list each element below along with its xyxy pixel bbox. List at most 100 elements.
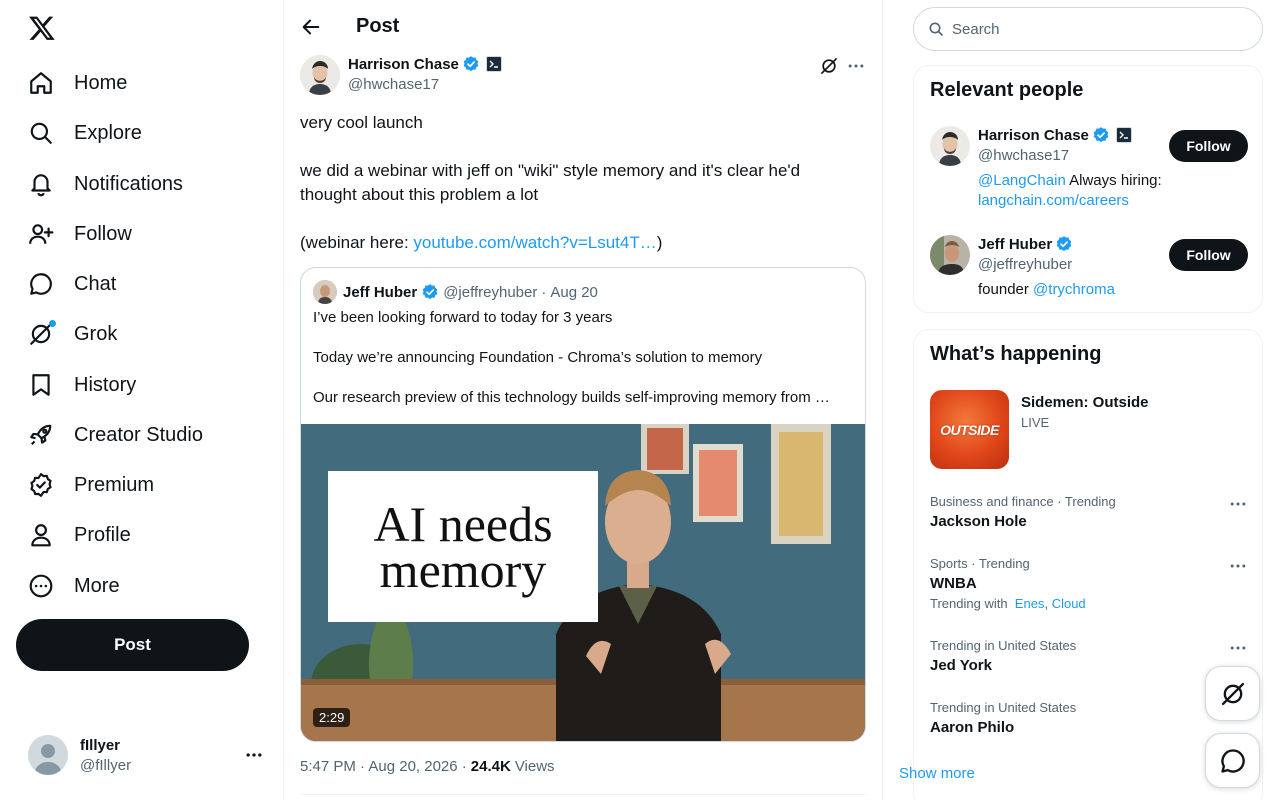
thumbnail-text-line: memory (379, 541, 547, 598)
search-input[interactable] (952, 20, 1232, 38)
live-event[interactable]: OUTSIDE Sidemen: Outside LIVE (930, 390, 1248, 469)
more-dots-icon[interactable] (1228, 556, 1248, 576)
left-navigation: Home Explore Notifications Follow Chat G… (0, 0, 284, 800)
quoted-post-date: Aug 20 (550, 283, 598, 301)
follow-button[interactable]: Follow (1169, 239, 1248, 271)
post-button[interactable]: Post (16, 619, 249, 671)
nav-grok[interactable]: Grok (28, 314, 117, 354)
nav-premium[interactable]: Premium (28, 465, 154, 505)
quoted-post[interactable]: Jeff Huber @jeffreyhuber · Aug 20 I’ve b… (300, 267, 866, 742)
quoted-author-avatar (313, 280, 337, 304)
grok-explain-icon[interactable] (819, 56, 839, 76)
quoted-text-line: I’ve been looking forward to today for 3… (313, 309, 613, 326)
search-box[interactable] (913, 7, 1263, 51)
home-icon (28, 70, 54, 96)
follow-button[interactable]: Follow (1169, 130, 1248, 162)
chat-fab-button[interactable] (1205, 733, 1260, 788)
bio-link[interactable]: langchain.com/careers (978, 192, 1129, 209)
nav-creator-studio[interactable]: Creator Studio (28, 415, 203, 455)
trend-name: WNBA (930, 575, 977, 592)
nav-label: Grok (74, 322, 118, 345)
person-name[interactable]: Harrison Chase (978, 127, 1089, 144)
nav-label: Creator Studio (74, 423, 203, 446)
more-dots-icon[interactable] (846, 56, 866, 76)
affiliate-badge-icon[interactable] (1115, 127, 1132, 143)
nav-home[interactable]: Home (28, 63, 127, 103)
person-bio: founder @trychroma (978, 281, 1115, 298)
author-avatar[interactable] (300, 55, 340, 95)
webinar-link[interactable]: youtube.com/watch?v=Lsut4T… (413, 233, 656, 252)
trend-item[interactable]: Business and finance · Trending Jackson … (930, 494, 1248, 530)
affiliate-badge-icon[interactable] (485, 56, 502, 72)
nav-profile[interactable]: Profile (28, 515, 131, 555)
back-arrow-icon[interactable] (300, 16, 322, 38)
trend-category: Trending in United States (930, 700, 1077, 715)
avatar (28, 735, 68, 775)
verified-check-icon (1092, 126, 1110, 144)
whats-happening-card: What’s happening OUTSIDE Sidemen: Outsid… (913, 329, 1263, 800)
quoted-author-name: Jeff Huber (343, 283, 418, 301)
more-dots-icon[interactable] (1228, 638, 1248, 658)
quoted-text-line: Today we’re announcing Foundation - Chro… (313, 349, 763, 366)
nav-notifications[interactable]: Notifications (28, 164, 183, 204)
verified-check-icon (462, 55, 480, 73)
trend-category: Business and finance · Trending (930, 494, 1116, 509)
verified-check-icon (1055, 235, 1073, 253)
trend-item[interactable]: Trending in United States Aaron Philo (930, 700, 1248, 736)
trend-item[interactable]: Trending in United States Jed York (930, 638, 1248, 674)
verified-badge-icon (28, 472, 54, 498)
relevant-people-card: Relevant people Harrison Chase @hwchase1… (913, 65, 1263, 313)
avatar[interactable] (930, 126, 970, 166)
divider (300, 794, 866, 795)
grok-icon (28, 320, 56, 347)
post-text-paragraph: we did a webinar with jeff on "wiki" sty… (300, 161, 801, 204)
trend-item[interactable]: Sports · Trending WNBA Trending with Ene… (930, 556, 1248, 611)
related-trend-link[interactable]: Enes (1015, 596, 1045, 611)
grok-fab-button[interactable] (1205, 666, 1260, 721)
video-duration-badge: 2:29 (313, 708, 351, 727)
trend-name: Jackson Hole (930, 513, 1027, 530)
more-dots-icon[interactable] (1228, 494, 1248, 514)
quoted-text-line: Our research preview of this technology … (313, 389, 830, 406)
avatar[interactable] (930, 235, 970, 275)
person-icon (28, 522, 54, 548)
event-status: LIVE (1021, 415, 1050, 430)
bio-link[interactable]: @LangChain (978, 172, 1066, 189)
nav-explore[interactable]: Explore (28, 113, 142, 153)
video-thumbnail[interactable]: AI needs memory 2:29 (301, 424, 865, 741)
nav-more[interactable]: More (28, 566, 120, 606)
person-row[interactable]: Harrison Chase @hwchase17 @LangChain Alw… (930, 126, 1248, 216)
more-dots-icon[interactable] (244, 745, 264, 765)
separator-dot: · (541, 283, 547, 301)
trend-name: Jed York (930, 657, 992, 674)
nav-label: Follow (74, 222, 132, 245)
nav-chat[interactable]: Chat (28, 264, 116, 304)
nav-history[interactable]: History (28, 365, 136, 405)
post-timestamp[interactable]: 5:47 PM · Aug 20, 2026 · (300, 758, 467, 775)
related-trend-link[interactable]: Cloud (1052, 596, 1086, 611)
nav-follow[interactable]: Follow (28, 214, 132, 254)
grok-icon (1219, 680, 1247, 708)
trend-category: Trending in United States (930, 638, 1077, 653)
author-name[interactable]: Harrison Chase (348, 56, 459, 73)
views-label: Views (514, 758, 555, 775)
person-row[interactable]: Jeff Huber @jeffreyhuber founder @trychr… (930, 235, 1248, 299)
post-text-line: very cool launch (300, 113, 423, 132)
nav-label: Chat (74, 272, 117, 295)
nav-label: Home (74, 71, 128, 94)
account-handle: @fIllyer (80, 756, 132, 774)
nav-label: Profile (74, 523, 131, 546)
search-icon (28, 120, 54, 146)
nav-label: History (74, 373, 137, 396)
author-handle[interactable]: @hwchase17 (348, 76, 439, 93)
person-name[interactable]: Jeff Huber (978, 236, 1052, 253)
event-thumbnail-text: OUTSIDE (940, 421, 999, 438)
section-title: Relevant people (930, 79, 1084, 101)
person-handle: @jeffreyhuber (978, 256, 1073, 273)
account-switcher[interactable]: fIllyer @fIllyer (28, 732, 268, 778)
bell-icon (28, 171, 54, 197)
nav-label: Notifications (74, 172, 183, 195)
x-logo-icon[interactable] (28, 14, 56, 42)
bio-link[interactable]: @trychroma (1033, 281, 1115, 298)
show-more-link[interactable]: Show more (899, 765, 975, 782)
